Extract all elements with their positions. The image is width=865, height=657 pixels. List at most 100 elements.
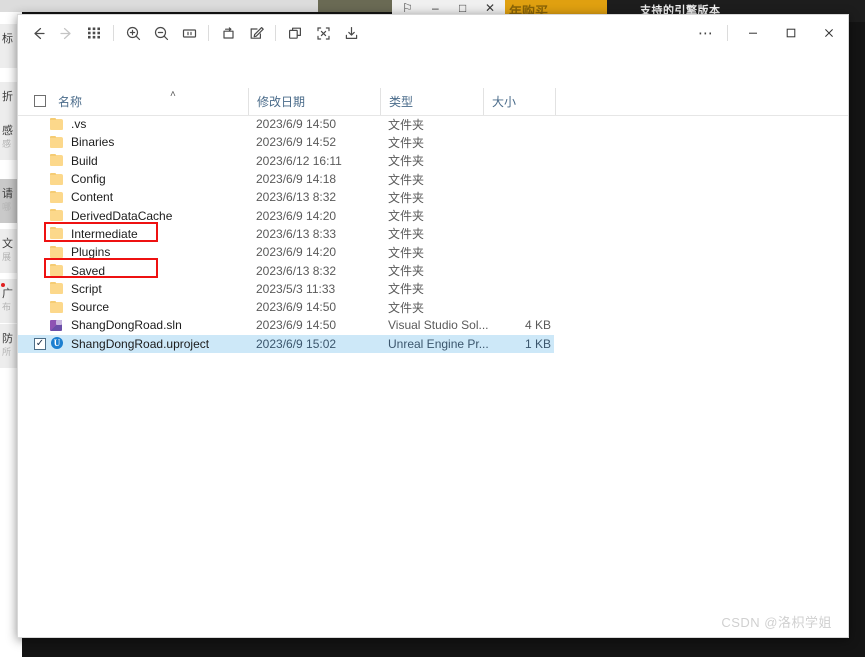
row-date-cell: 2023/6/13 8:32 (256, 264, 336, 278)
row-name-cell: Config (50, 172, 106, 186)
table-row[interactable]: DerivedDataCache 2023/6/9 14:20 文件夹 (18, 206, 848, 224)
row-name-cell: Plugins (50, 245, 110, 259)
window-controls-divider (727, 25, 728, 41)
row-name-cell: Script (50, 282, 102, 296)
row-name-label: Config (71, 172, 106, 186)
row-name-label: Intermediate (71, 227, 138, 241)
grid-view-icon[interactable] (80, 19, 108, 47)
edit-icon[interactable] (242, 19, 270, 47)
row-date-cell: 2023/6/9 14:50 (256, 318, 336, 332)
select-all-checkbox[interactable] (34, 95, 46, 107)
row-name-cell: Binaries (50, 135, 114, 149)
row-name-label: .vs (71, 117, 86, 131)
row-name-label: Binaries (71, 135, 114, 149)
row-type-cell: 文件夹 (388, 116, 424, 133)
row-name-cell: .vs (50, 117, 86, 131)
row-name-cell: Source (50, 300, 109, 314)
row-date-cell: 2023/6/9 15:02 (256, 337, 336, 351)
explorer-toolbar (18, 19, 365, 47)
table-row[interactable]: Content2023/6/13 8:32文件夹 (18, 188, 848, 206)
folder-icon (50, 173, 64, 186)
explorer-window-controls: ⋯ (691, 15, 848, 51)
row-type-cell: 文件夹 (388, 207, 424, 224)
screen-root: ⚐ – □ ✕ 年购买 支持的引擎版本 标折感感请哪文展广布防所 (0, 0, 865, 657)
folder-icon (50, 209, 64, 222)
more-options-icon[interactable]: ⋯ (691, 19, 721, 47)
row-name-label: Source (71, 300, 109, 314)
window-maximize-button[interactable] (772, 16, 810, 50)
row-date-cell: 2023/6/9 14:18 (256, 172, 336, 186)
folder-icon (50, 191, 64, 204)
zoom-in-icon[interactable] (119, 19, 147, 47)
row-date-cell: 2023/6/9 14:20 (256, 209, 336, 223)
row-name-label: Plugins (71, 245, 110, 259)
row-date-cell: 2023/6/13 8:32 (256, 190, 336, 204)
row-name-label: DerivedDataCache (71, 209, 172, 223)
toolbar-divider-2 (208, 25, 209, 41)
window-minimize-button[interactable] (734, 16, 772, 50)
table-row[interactable]: Script2023/5/3 11:33文件夹 (18, 280, 848, 298)
zoom-out-icon[interactable] (147, 19, 175, 47)
row-size-cell: 1 KB (503, 337, 551, 351)
row-name-label: Script (71, 282, 102, 296)
file-explorer-window: ⋯ 名称 ˄ 修改日期 (17, 14, 849, 638)
table-row[interactable]: Intermediate2023/6/13 8:33文件夹 (18, 225, 848, 243)
row-size-cell: 4 KB (503, 318, 551, 332)
table-row[interactable]: Binaries 2023/6/9 14:52 文件夹 (18, 133, 848, 151)
rotate-icon[interactable] (214, 19, 242, 47)
row-type-cell: 文件夹 (388, 299, 424, 316)
actual-size-icon[interactable] (175, 19, 203, 47)
column-header-size-label: 大小 (492, 93, 516, 110)
toolbar-divider-3 (275, 25, 276, 41)
table-row[interactable]: Saved 2023/6/13 8:32 文件夹 (18, 261, 848, 279)
row-name-cell: ShangDongRoad.sln (50, 318, 182, 332)
background-tab-strip-left (0, 0, 318, 12)
folder-icon (50, 136, 64, 149)
column-header-date[interactable]: 修改日期 (248, 88, 388, 115)
row-name-label: ShangDongRoad.sln (71, 318, 182, 332)
save-icon[interactable] (337, 19, 365, 47)
pin-icon[interactable]: ⚐ (402, 1, 413, 15)
row-date-cell: 2023/6/9 14:50 (256, 117, 336, 131)
column-header-size[interactable]: 大小 (483, 88, 555, 115)
row-type-cell: 文件夹 (388, 262, 424, 279)
close-icon[interactable]: ✕ (485, 1, 495, 15)
uproject-icon (50, 337, 64, 350)
folder-icon (50, 301, 64, 314)
column-header-row: 名称 ˄ 修改日期 类型 大小 (18, 88, 848, 116)
notification-dot-icon (1, 283, 5, 287)
row-date-cell: 2023/6/9 14:52 (256, 135, 336, 149)
maximize-icon[interactable]: □ (459, 1, 466, 15)
window-close-button[interactable] (810, 16, 848, 50)
table-row[interactable]: Build2023/6/12 16:11文件夹 (18, 152, 848, 170)
table-row[interactable]: .vs 2023/6/9 14:50 文件夹 (18, 115, 848, 133)
row-type-cell: 文件夹 (388, 244, 424, 261)
table-row[interactable]: Config 2023/6/9 14:18 文件夹 (18, 170, 848, 188)
row-name-label: Saved (71, 264, 105, 278)
column-header-type[interactable]: 类型 (380, 88, 495, 115)
row-date-cell: 2023/6/12 16:11 (256, 154, 342, 168)
minimize-icon[interactable]: – (432, 1, 439, 15)
row-type-cell: 文件夹 (388, 152, 424, 169)
row-date-cell: 2023/6/9 14:20 (256, 245, 336, 259)
table-row[interactable]: Plugins 2023/6/9 14:20 文件夹 (18, 243, 848, 261)
row-name-cell: Intermediate (50, 227, 138, 241)
row-type-cell: 文件夹 (388, 171, 424, 188)
back-button[interactable] (24, 19, 52, 47)
fullscreen-icon[interactable] (309, 19, 337, 47)
forward-button[interactable] (52, 19, 80, 47)
row-type-cell: 文件夹 (388, 280, 424, 297)
explorer-titlebar: ⋯ (18, 15, 848, 51)
row-checkbox[interactable]: ✓ (34, 338, 46, 350)
column-header-type-label: 类型 (389, 93, 413, 110)
column-header-name[interactable]: 名称 ˄ (50, 88, 256, 115)
background-tab-strip-middle (318, 0, 392, 12)
table-row[interactable]: ✓ShangDongRoad.uproject2023/6/9 15:02Unr… (18, 335, 554, 353)
row-name-label: ShangDongRoad.uproject (71, 337, 209, 351)
copy-icon[interactable] (281, 19, 309, 47)
sln-icon (50, 319, 64, 332)
row-type-cell: 文件夹 (388, 134, 424, 151)
table-row[interactable]: ShangDongRoad.sln2023/6/9 14:50Visual St… (18, 316, 848, 334)
file-list[interactable]: .vs 2023/6/9 14:50 文件夹 Binaries 2023/6/9 14:… (18, 115, 848, 353)
table-row[interactable]: Source2023/6/9 14:50文件夹 (18, 298, 848, 316)
